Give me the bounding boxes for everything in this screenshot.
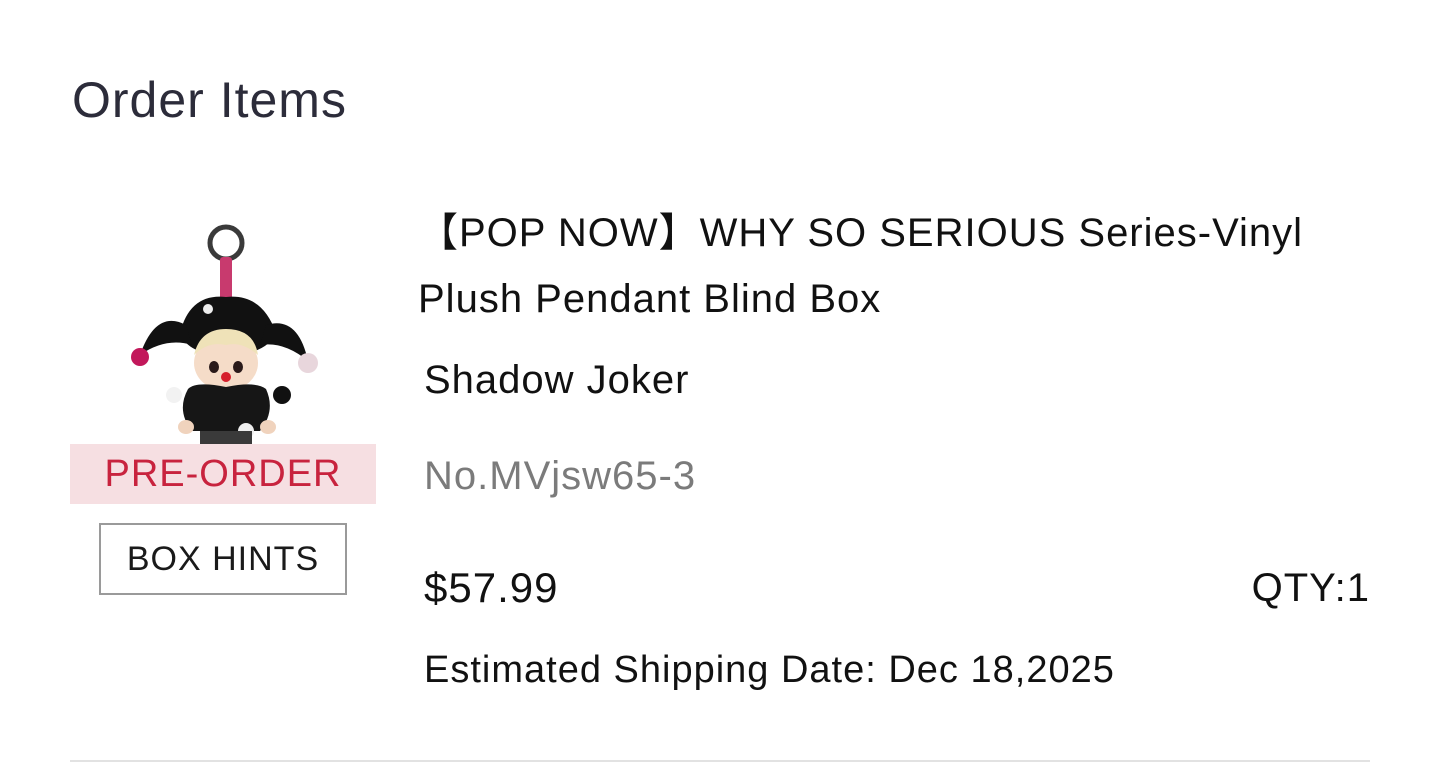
- sku-number: No.MVjsw65-3: [424, 454, 697, 498]
- box-hints-button[interactable]: BOX HINTS: [99, 523, 347, 595]
- item-price: $57.99: [424, 564, 559, 611]
- order-items-page: Order Items PRE-ORDER BOX HINTS 【POP NOW…: [0, 0, 1440, 766]
- section-title: Order Items: [72, 72, 347, 128]
- item-quantity: QTY:1: [1251, 566, 1370, 610]
- jester-plush-pendant-icon: [131, 224, 318, 445]
- product-thumbnail[interactable]: [70, 205, 376, 445]
- variant-name: Shadow Joker: [424, 358, 690, 402]
- item-details: 【POP NOW】WHY SO SERIOUS Series-Vinyl Plu…: [418, 200, 1370, 691]
- divider: [70, 760, 1370, 762]
- pre-order-badge: PRE-ORDER: [70, 444, 376, 504]
- product-name-link[interactable]: 【POP NOW】WHY SO SERIOUS Series-Vinyl Plu…: [418, 200, 1370, 332]
- estimated-shipping-date: Estimated Shipping Date: Dec 18,2025: [424, 649, 1115, 691]
